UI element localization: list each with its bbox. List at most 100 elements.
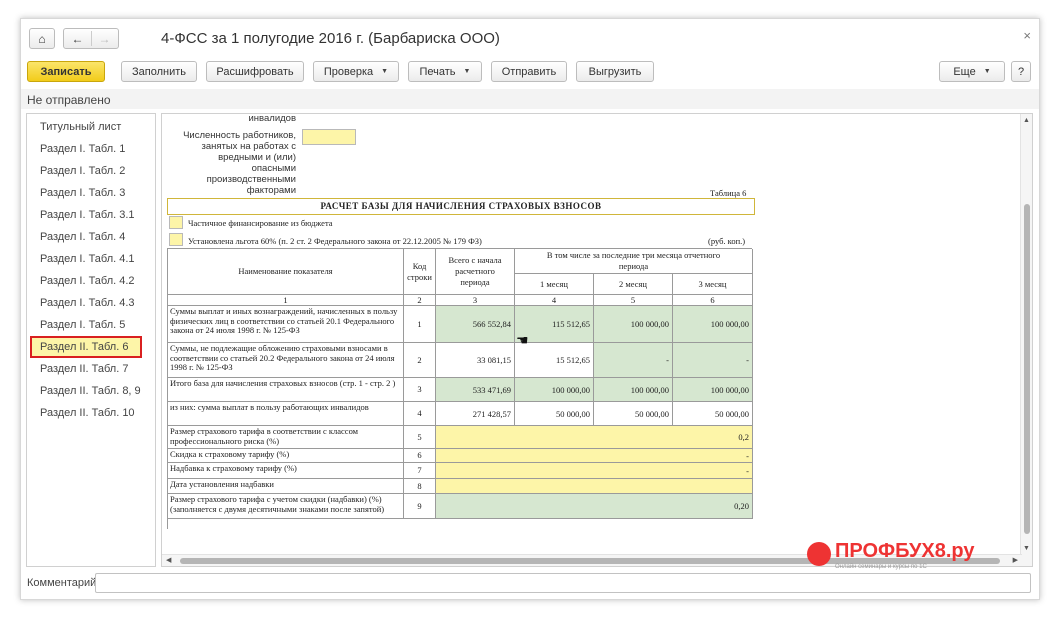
row-month2[interactable]: -	[594, 343, 673, 378]
comment-label: Комментарий:	[27, 577, 100, 589]
close-icon[interactable]: ×	[1023, 28, 1031, 43]
partial-financing-checkbox[interactable]	[169, 216, 183, 229]
scroll-up-icon[interactable]: ▲	[1023, 117, 1030, 124]
workers-count-input[interactable]	[302, 129, 356, 145]
help-icon: ?	[1017, 65, 1025, 78]
row-total[interactable]: 566 552,84	[436, 306, 515, 343]
forward-arrow-icon[interactable]: →	[92, 32, 118, 46]
sidebar-item-section2-table7[interactable]: Раздел II. Табл. 7	[30, 358, 142, 380]
row-name: Суммы выплат и иных вознаграждений, начи…	[168, 306, 404, 343]
currency-note: (руб. коп.)	[708, 236, 746, 246]
sidebar-item-section1-table4-1[interactable]: Раздел I. Табл. 4.1	[30, 248, 142, 270]
sidebar-item-section1-table3[interactable]: Раздел I. Табл. 3	[30, 182, 142, 204]
row-name: Итого база для начисления страховых взно…	[168, 378, 404, 402]
decode-button[interactable]: Расшифровать	[206, 61, 304, 82]
sidebar-item-section2-table8-9[interactable]: Раздел II. Табл. 8, 9	[30, 380, 142, 402]
send-button[interactable]: Отправить	[491, 61, 567, 82]
benefit-checkbox[interactable]	[169, 233, 183, 246]
sidebar-item-section1-table4[interactable]: Раздел I. Табл. 4	[30, 226, 142, 248]
window-title: 4-ФСС за 1 полугодие 2016 г. (Барбариска…	[161, 30, 500, 47]
print-label: Печать	[419, 65, 456, 78]
print-dropdown[interactable]: Печать ▼	[408, 61, 482, 82]
more-dropdown[interactable]: Еще ▼	[939, 61, 1005, 82]
header-month3: 3 месяц	[673, 274, 753, 295]
row-name: из них: сумма выплат в пользу работающих…	[168, 402, 404, 426]
row-month2[interactable]: 100 000,00	[594, 378, 673, 402]
sidebar-item-section1-table2[interactable]: Раздел I. Табл. 2	[30, 160, 142, 182]
vertical-scroll-thumb[interactable]	[1024, 204, 1030, 534]
col-number: 6	[673, 295, 753, 306]
row-total[interactable]: 271 428,57	[436, 402, 515, 426]
scroll-left-icon[interactable]: ◀	[166, 556, 171, 564]
sidebar-item-section1-table5[interactable]: Раздел I. Табл. 5	[30, 314, 142, 336]
help-button[interactable]: ?	[1011, 61, 1031, 82]
row-name: Суммы, не подлежащие обложению страховым…	[168, 343, 404, 378]
history-nav: ← →	[63, 28, 119, 49]
table-number: Таблица 6	[710, 188, 747, 198]
benefit-label: Установлена льгота 60% (п. 2 ст. 2 Федер…	[188, 236, 482, 246]
sidebar-item-section2-table10[interactable]: Раздел II. Табл. 10	[30, 402, 142, 424]
toolbar: Записать Заполнить Расшифровать Проверка…	[21, 61, 1039, 85]
fill-label: Заполнить	[131, 65, 186, 78]
back-arrow-icon[interactable]: ←	[65, 32, 91, 46]
sidebar-item-section2-table6[interactable]: Раздел II. Табл. 6	[30, 336, 142, 358]
header-total: Всего с начала расчетного периода	[436, 249, 515, 295]
row-name: Скидка к страховому тарифу (%)	[168, 449, 404, 463]
save-button[interactable]: Записать	[27, 61, 105, 82]
row-code: 1	[404, 306, 436, 343]
row-code: 3	[404, 378, 436, 402]
sidebar-item-section1-table1[interactable]: Раздел I. Табл. 1	[30, 138, 142, 160]
row-value[interactable]: -	[436, 449, 753, 463]
row-month2[interactable]: 100 000,00	[594, 306, 673, 343]
sidebar-item-section1-table3-1[interactable]: Раздел I. Табл. 3.1	[30, 204, 142, 226]
row-name: Дата установления надбавки	[168, 479, 404, 494]
comment-input[interactable]	[95, 573, 1031, 593]
sections-sidebar: Титульный лист Раздел I. Табл. 1 Раздел …	[26, 113, 156, 567]
comment-row: Комментарий:	[21, 571, 1039, 595]
header-month1: 1 месяц	[515, 274, 594, 295]
sidebar-item-title-page[interactable]: Титульный лист	[30, 116, 142, 138]
chevron-down-icon: ▼	[463, 68, 471, 75]
more-label: Еще	[953, 65, 976, 78]
fill-button[interactable]: Заполнить	[121, 61, 197, 82]
row-code: 7	[404, 463, 436, 479]
row-month3[interactable]: -	[673, 343, 753, 378]
row-month3[interactable]: 100 000,00	[673, 306, 753, 343]
send-status: Не отправлено	[27, 93, 111, 107]
check-label: Проверка	[323, 65, 374, 78]
row-total[interactable]: 33 081,15	[436, 343, 515, 378]
chevron-down-icon: ▼	[381, 68, 389, 75]
check-dropdown[interactable]: Проверка ▼	[313, 61, 399, 82]
row-code: 5	[404, 426, 436, 449]
row-month1[interactable]: 50 000,00	[515, 402, 594, 426]
row-value[interactable]	[436, 479, 753, 494]
brand-subtext: Онлайн семинары и курсы по 1С	[835, 564, 927, 570]
hand-pointer-icon: ☚	[516, 332, 529, 348]
row-month3[interactable]: 100 000,00	[673, 378, 753, 402]
row-value[interactable]: 0,2	[436, 426, 753, 449]
upload-label: Выгрузить	[588, 65, 642, 78]
home-button[interactable]: ⌂	[29, 28, 55, 49]
title-bar: ⌂ ← → 4-ФСС за 1 полугодие 2016 г. (Барб…	[21, 19, 1039, 59]
row-code: 9	[404, 494, 436, 519]
row-total[interactable]: 533 471,69	[436, 378, 515, 402]
row-month1[interactable]: 100 000,00	[515, 378, 594, 402]
row-code: 8	[404, 479, 436, 494]
chevron-down-icon: ▼	[983, 68, 991, 75]
row-value[interactable]: 0,20	[436, 494, 753, 519]
sidebar-item-section1-table4-3[interactable]: Раздел I. Табл. 4.3	[30, 292, 142, 314]
vertical-scrollbar[interactable]: ▲ ▼	[1020, 114, 1032, 566]
row-name: Размер страхового тарифа в соответствии …	[168, 426, 404, 449]
col-number: 3	[436, 295, 515, 306]
row-month3[interactable]: 50 000,00	[673, 402, 753, 426]
send-label: Отправить	[501, 65, 557, 78]
row-month2[interactable]: 50 000,00	[594, 402, 673, 426]
header-code: Код строки	[404, 249, 436, 295]
row-value[interactable]: -	[436, 463, 753, 479]
indicators-table: Наименование показателя Код строки Всего…	[167, 248, 753, 529]
partial-financing-label: Частичное финансирование из бюджета	[188, 218, 333, 228]
sidebar-item-section1-table4-2[interactable]: Раздел I. Табл. 4.2	[30, 270, 142, 292]
upload-button[interactable]: Выгрузить	[576, 61, 654, 82]
row-code: 2	[404, 343, 436, 378]
row-code: 6	[404, 449, 436, 463]
